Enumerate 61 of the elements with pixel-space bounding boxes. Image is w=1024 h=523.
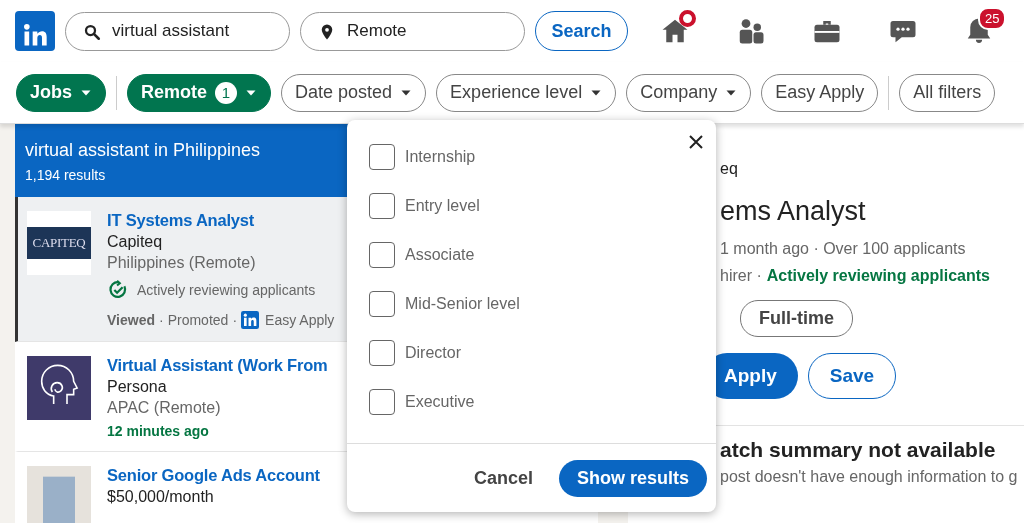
location-field[interactable]: Remote	[300, 11, 525, 51]
separator-dot: ·	[159, 312, 164, 328]
filter-pill[interactable]: All filters	[899, 73, 996, 112]
search-icon	[83, 22, 101, 41]
results-title: virtual assistant in Philippines	[25, 140, 261, 161]
job-title-link[interactable]: Senior Google Ads Account	[107, 466, 320, 485]
head-outline-logo-icon	[27, 356, 91, 420]
company-name: $50,000/month	[107, 488, 215, 506]
separator-dot: ·	[232, 312, 238, 328]
job-type-chip: Full-time	[740, 300, 853, 337]
option-label: Entry level	[405, 197, 480, 215]
filter-pill[interactable]: Experience level	[436, 73, 617, 112]
job-location: Philippines (Remote)	[107, 254, 257, 272]
close-icon	[688, 134, 704, 150]
job-location: APAC (Remote)	[107, 399, 222, 417]
notification-badge: 25	[978, 7, 1007, 30]
option-label: Executive	[405, 393, 475, 411]
search-field[interactable]: virtual assistant	[65, 11, 290, 51]
section-text: post doesn't have enough information to g	[720, 468, 1019, 486]
company-logo: CAPITEQ	[27, 211, 91, 275]
cancel-button[interactable]: Cancel	[467, 466, 539, 490]
option-label: Associate	[405, 246, 475, 264]
filter-pill[interactable]: Easy Apply	[761, 73, 879, 112]
footer-label: Easy Apply	[265, 312, 335, 328]
company-name: Persona	[107, 378, 168, 396]
option-label: Internship	[405, 148, 476, 166]
hiring-status: Actively reviewing applicants	[766, 267, 990, 284]
insight-text: Actively reviewing applicants	[137, 282, 316, 298]
job-title: ems Analyst	[720, 196, 867, 227]
footer-label: Viewed	[107, 312, 155, 328]
job-meta: 1 month ago · Over 100 applicants	[720, 240, 967, 258]
linkedin-logo[interactable]	[15, 11, 55, 51]
hirer-label: hirer ·	[720, 267, 762, 284]
filter-pill[interactable]: Remote 1	[127, 73, 272, 112]
job-title-link[interactable]: IT Systems Analyst	[107, 211, 335, 230]
checkbox[interactable]	[369, 291, 395, 317]
checkbox[interactable]	[369, 242, 395, 268]
filter-pill[interactable]: Date posted	[281, 73, 427, 112]
checkbox[interactable]	[369, 340, 395, 366]
search-button[interactable]: Search	[535, 11, 628, 51]
check-circle-icon	[107, 279, 129, 301]
checkbox[interactable]	[369, 144, 395, 170]
footer-label: Promoted	[167, 312, 229, 328]
posted-time: 12 minutes ago	[107, 423, 210, 439]
company-logo-icon	[27, 466, 91, 523]
results-count: 1,194 results	[25, 167, 106, 183]
in-logo-icon	[21, 21, 49, 49]
option-label: Director	[405, 344, 461, 362]
section-heading: atch summary not available	[720, 438, 997, 462]
checkbox[interactable]	[369, 389, 395, 415]
checkbox[interactable]	[369, 193, 395, 219]
show-results-button[interactable]: Show results	[558, 459, 707, 497]
company-name: eq	[720, 160, 739, 178]
filter-pill[interactable]: Jobs	[16, 73, 106, 112]
company-name: Capiteq	[107, 233, 164, 251]
count-badge: 1	[215, 81, 238, 104]
in-logo-icon	[241, 311, 260, 329]
job-title-link[interactable]: Virtual Assistant (Work From	[107, 356, 328, 375]
save-button[interactable]: Save	[807, 353, 897, 399]
filter-pill[interactable]: Company	[626, 73, 752, 112]
option-label: Mid-Senior level	[405, 295, 520, 313]
